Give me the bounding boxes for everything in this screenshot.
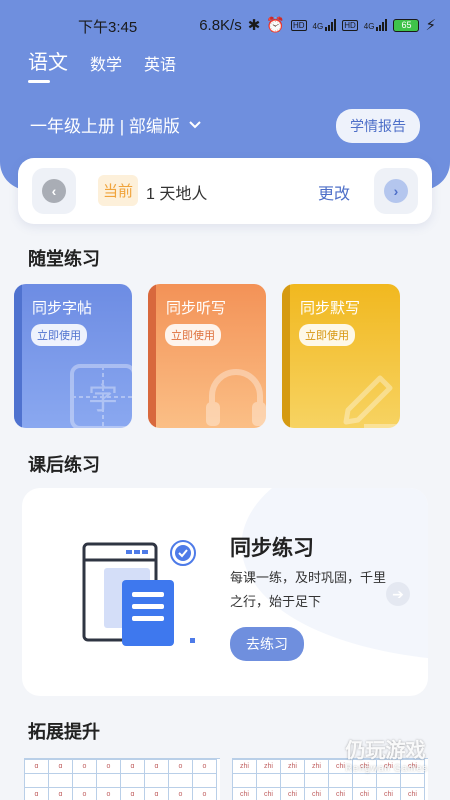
current-badge: 当前	[98, 175, 139, 206]
status-time: 下午3:45	[78, 19, 138, 36]
grid-cell: ɑ	[144, 787, 169, 800]
watermark-subtitle: Rengwan Games	[345, 763, 428, 773]
grid-cell: ɑ	[48, 759, 73, 774]
tab-math[interactable]: 数学	[90, 51, 122, 75]
use-now-button[interactable]: 立即使用	[31, 324, 87, 346]
battery-icon: 65	[393, 18, 420, 32]
document-illustration-icon	[82, 540, 196, 646]
grid-cell: o	[192, 759, 217, 774]
grid-cell: ɑ	[48, 787, 73, 800]
card-title: 同步听写	[166, 300, 227, 317]
signal-icon-2: 4G	[364, 19, 388, 31]
hd-icon: HD	[290, 19, 307, 31]
alarm-icon: ⏰	[266, 17, 285, 34]
hd-icon-2: HD	[342, 19, 358, 31]
network-type-label: 4G	[312, 22, 324, 31]
previous-lesson-button[interactable]: ‹	[32, 168, 76, 214]
grid-cell: ɑ	[24, 787, 49, 800]
grid-cell: o	[192, 787, 217, 800]
grid-cell: o	[96, 759, 121, 774]
grid-cell: chi	[280, 787, 305, 800]
network-type-label-2: 4G	[363, 22, 375, 31]
extension-item-pinyin-a-o[interactable]: ɑɑ oo ɑɑ oo ɑɑ oo ɑɑ oo	[24, 758, 220, 800]
go-practice-button[interactable]: 去练习	[230, 627, 304, 661]
card-spine	[148, 284, 156, 428]
grid-cell: chi	[400, 787, 425, 800]
subject-tabs: 语文 数学 英语	[28, 46, 176, 83]
grid-cell: zhi	[256, 759, 281, 774]
pencil-icon	[343, 375, 400, 428]
tab-english[interactable]: 英语	[144, 51, 176, 75]
bluetooth-icon: ✱	[247, 17, 261, 34]
card-spine	[282, 284, 290, 428]
grid-cell: o	[168, 759, 193, 774]
grid-cell: chi	[304, 787, 329, 800]
sync-practice-card[interactable]: 同步练习 每课一练，及时巩固，千里之行，始于足下 去练习 ➔	[22, 488, 428, 696]
lesson-selector-card: ‹ 当前 1 天地人 更改 ›	[18, 158, 432, 224]
use-now-button[interactable]: 立即使用	[299, 324, 355, 346]
card-sync-dictation[interactable]: 同步听写 立即使用	[148, 284, 266, 428]
sync-practice-title: 同步练习	[230, 537, 314, 560]
grade-selector[interactable]: 一年级上册 | 部编版	[30, 112, 202, 137]
tab-chinese[interactable]: 语文	[28, 46, 68, 83]
grid-cell: ɑ	[24, 759, 49, 774]
grid-cell: zhi	[280, 759, 305, 774]
card-spine	[14, 284, 22, 428]
section-title-after-class-practice: 课后练习	[28, 455, 100, 475]
grid-cell: chi	[328, 787, 353, 800]
grid-cell: o	[72, 759, 97, 774]
card-sync-recitation-writing[interactable]: 同步默写 立即使用	[282, 284, 400, 428]
chevron-right-icon: ›	[384, 179, 408, 203]
grid-cell: ɑ	[144, 759, 169, 774]
card-title: 同步默写	[300, 300, 361, 317]
grid-cell: chi	[256, 787, 281, 800]
study-report-button[interactable]: 学情报告	[336, 109, 420, 143]
chevron-down-icon	[188, 115, 202, 135]
lesson-name: 1 天地人	[146, 186, 208, 203]
status-indicators: 6.8K/s ✱ ⏰ HD 4G HD 4G 65 ⚡	[199, 16, 436, 35]
grid-cell: chi	[232, 787, 257, 800]
signal-icon: 4G	[313, 19, 337, 31]
chevron-left-icon: ‹	[42, 179, 66, 203]
status-bar: 下午3:45 6.8K/s ✱ ⏰ HD 4G HD 4G 65 ⚡	[0, 0, 450, 40]
deco-character: 字	[88, 382, 118, 417]
change-lesson-link[interactable]: 更改	[318, 180, 350, 204]
sync-practice-description: 每课一练，及时巩固，千里之行，始于足下	[230, 570, 387, 609]
pinyin-grid: ɑɑ oo ɑɑ oo ɑɑ oo ɑɑ oo	[24, 759, 217, 800]
card-sync-copybook[interactable]: 同步字帖 立即使用 字	[14, 284, 132, 428]
grid-cell: chi	[376, 787, 401, 800]
card-title: 同步字帖	[32, 300, 93, 317]
grid-cell: zhi	[232, 759, 257, 774]
grid-cell: ɑ	[120, 759, 145, 774]
grid-cell: ɑ	[120, 787, 145, 800]
section-title-extension: 拓展提升	[28, 722, 100, 742]
section-title-classroom-practice: 随堂练习	[28, 249, 100, 269]
next-lesson-button[interactable]: ›	[374, 168, 418, 214]
watermark-title: 仍玩游戏	[345, 740, 426, 762]
network-speed: 6.8K/s	[199, 16, 242, 34]
grade-label: 一年级上册 | 部编版	[30, 117, 180, 136]
grid-cell: zhi	[304, 759, 329, 774]
grid-cell: o	[72, 787, 97, 800]
character-grid-icon: 字	[70, 364, 132, 428]
grid-cell: o	[96, 787, 121, 800]
headphones-icon	[206, 369, 266, 426]
arrow-right-icon[interactable]: ➔	[386, 582, 410, 606]
grid-cell: o	[168, 787, 193, 800]
watermark-logo: 仍玩游戏 Rengwan Games	[345, 734, 428, 773]
charging-icon: ⚡	[425, 17, 436, 34]
use-now-button[interactable]: 立即使用	[165, 324, 221, 346]
grid-cell: chi	[352, 787, 377, 800]
